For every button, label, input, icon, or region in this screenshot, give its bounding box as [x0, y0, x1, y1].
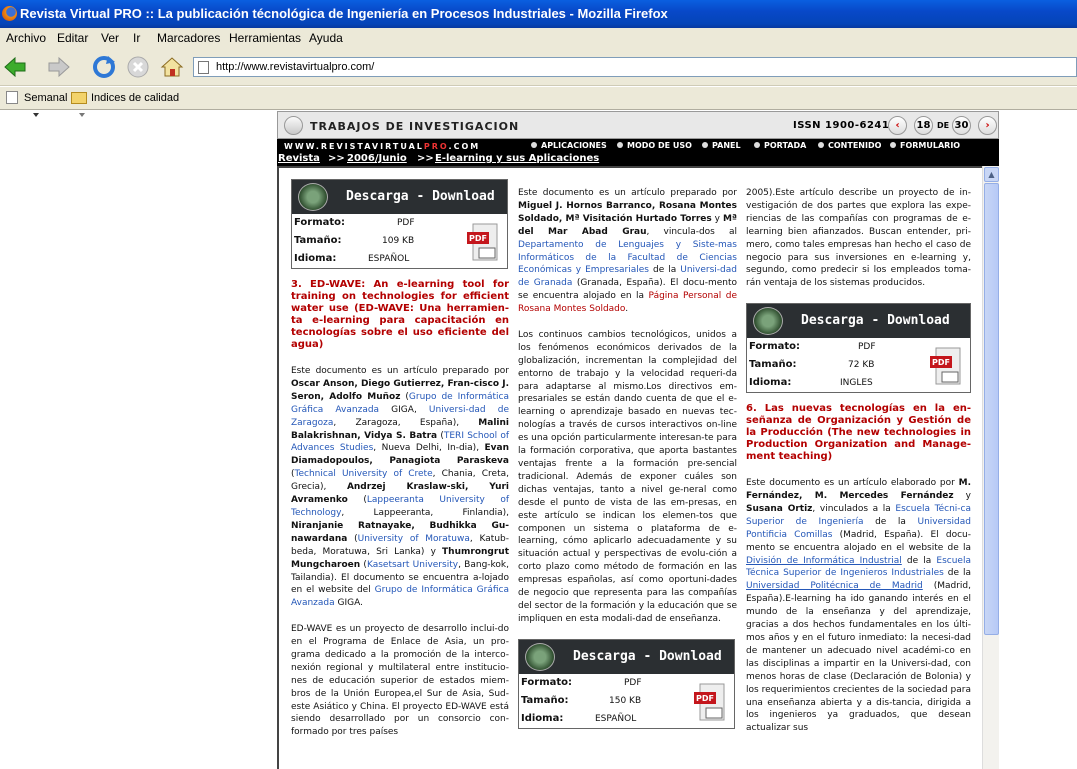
menu-bar: Archivo Editar Ver Ir Marcadores Herrami…	[0, 28, 1077, 48]
crumb-separator: >>	[417, 153, 434, 164]
article-6-title[interactable]: 6. Las nuevas tecnologías en la en-señan…	[746, 403, 971, 463]
menu-ir[interactable]: Ir	[133, 31, 140, 45]
download-box[interactable]: Descarga - Download Formato: PDF Tamaño:…	[518, 638, 735, 729]
window-title: Revista Virtual PRO :: La publicación té…	[20, 6, 668, 21]
column-2: Este documento es un artículo preparado …	[518, 187, 737, 739]
circle-icon	[284, 116, 303, 135]
format-value: PDF	[397, 218, 415, 228]
article-2-body: Los continuos cambios tecnológicos, unid…	[518, 329, 737, 624]
article-content: Descarga - Download Formato: PDF Tamaño:…	[277, 166, 982, 769]
size-value: 109 KB	[382, 236, 415, 246]
download-box[interactable]: Descarga - Download Formato: PDF Tamaño:…	[746, 303, 971, 394]
crumb-2006-junio[interactable]: 2006/Junio	[347, 153, 407, 164]
language-label: Idioma:	[294, 253, 337, 264]
disk-icon	[298, 183, 328, 211]
svg-text:PDF: PDF	[932, 358, 950, 367]
bookmark-semanal[interactable]: Semanal	[24, 92, 67, 104]
format-value: PDF	[858, 342, 876, 353]
menu-editar[interactable]: Editar	[57, 31, 88, 45]
disk-icon	[753, 307, 783, 336]
bookmark-indices-de-calidad[interactable]: Indices de calidad	[91, 92, 179, 104]
menu-herramientas[interactable]: Herramientas	[229, 31, 301, 45]
firefox-icon	[2, 6, 17, 21]
section-header: TRABAJOS DE INVESTIGACION ISSN 1900-6241…	[277, 111, 999, 139]
site-logo-text: WWW.REVISTAVIRTUALPRO.COM	[284, 142, 481, 151]
back-dropdown-icon[interactable]	[32, 112, 40, 118]
page-icon	[198, 61, 209, 74]
size-label: Tamaño:	[521, 694, 569, 706]
scroll-thumb[interactable]	[984, 183, 999, 635]
format-label: Formato:	[521, 676, 573, 688]
column-1: Descarga - Download Formato: PDF Tamaño:…	[291, 179, 509, 752]
stop-icon[interactable]	[125, 54, 151, 80]
pdf-icon[interactable]: PDF	[926, 342, 964, 388]
language-value: ESPAÑOL	[368, 254, 410, 264]
webpage: TRABAJOS DE INVESTIGACION ISSN 1900-6241…	[277, 111, 999, 769]
download-header: Descarga - Download	[573, 648, 722, 664]
site-nav-bar: WWW.REVISTAVIRTUALPRO.COM APLICACIONES M…	[277, 139, 999, 153]
size-value: 150 KB	[609, 695, 642, 706]
address-bar[interactable]: http://www.revistavirtualpro.com/	[193, 57, 1077, 77]
article-3-body: ED-WAVE es un proyecto de desarrollo inc…	[291, 624, 509, 738]
language-value: ESPAÑOL	[595, 713, 637, 724]
size-value: 72 KB	[848, 360, 875, 371]
language-value: INGLES	[840, 378, 873, 389]
vertical-scrollbar[interactable]: ▲	[982, 166, 999, 769]
nav-panel[interactable]: PANEL	[702, 141, 741, 150]
nav-formulario[interactable]: FORMULARIO	[890, 141, 960, 150]
download-header: Descarga - Download	[801, 313, 950, 329]
pdf-icon[interactable]: PDF	[463, 218, 501, 264]
nav-contenido[interactable]: CONTENIDO	[818, 141, 881, 150]
section-title: TRABAJOS DE INVESTIGACION	[310, 120, 520, 133]
format-label: Formato:	[749, 341, 801, 353]
page-of-label: DE	[937, 121, 950, 130]
size-label: Tamaño:	[294, 235, 342, 246]
issn: ISSN 1900-6241	[793, 120, 890, 131]
crumb-elearning[interactable]: E-learning y sus Aplicaciones	[435, 153, 599, 164]
page-number: 18	[914, 116, 933, 135]
page-total: 30	[952, 116, 971, 135]
format-label: Formato:	[294, 217, 346, 228]
page-icon	[6, 91, 18, 104]
article-2-authors: Este documento es un artículo preparado …	[518, 188, 738, 315]
window-title-bar: Revista Virtual PRO :: La publicación té…	[0, 0, 1077, 28]
url-text: http://www.revistavirtualpro.com/	[216, 61, 375, 73]
article-3-authors: Este documento es un artículo preparado …	[291, 366, 510, 609]
menu-ver[interactable]: Ver	[101, 31, 119, 45]
nav-modo-de-uso[interactable]: MODO DE USO	[617, 141, 692, 150]
crumb-revista[interactable]: Revista	[278, 153, 320, 164]
scroll-up-icon[interactable]: ▲	[984, 167, 999, 182]
format-value: PDF	[624, 677, 642, 688]
menu-ayuda[interactable]: Ayuda	[309, 31, 343, 45]
language-label: Idioma:	[749, 377, 792, 389]
svg-text:PDF: PDF	[469, 234, 487, 243]
folder-icon	[71, 92, 87, 104]
menu-archivo[interactable]: Archivo	[6, 31, 46, 45]
home-icon[interactable]	[159, 54, 185, 80]
svg-text:PDF: PDF	[696, 694, 714, 703]
language-label: Idioma:	[521, 712, 564, 724]
article-3-title[interactable]: 3. ED-WAVE: An e-learning tool for train…	[291, 279, 509, 351]
article-6-body: Este documento es un artículo elaborado …	[746, 478, 972, 734]
nav-portada[interactable]: PORTADA	[754, 141, 806, 150]
pdf-icon[interactable]: PDF	[690, 678, 728, 724]
article-5-body: 2005).Este artículo describe un proyecto…	[746, 188, 971, 289]
forward-arrow-icon[interactable]	[46, 54, 72, 80]
bookmarks-toolbar: Semanal Indices de calidad	[0, 87, 1077, 110]
breadcrumb: Revista >> 2006/Junio >> E-learning y su…	[277, 153, 999, 166]
crumb-separator: >>	[328, 153, 345, 164]
reload-icon[interactable]	[91, 54, 117, 80]
forward-dropdown-icon[interactable]	[78, 112, 86, 118]
disk-icon	[525, 642, 555, 671]
prev-page-button[interactable]: ‹	[888, 116, 907, 135]
column-3: 2005).Este artículo describe un proyecto…	[746, 187, 971, 748]
download-header: Descarga - Download	[346, 189, 495, 204]
size-label: Tamaño:	[749, 359, 797, 371]
nav-aplicaciones[interactable]: APLICACIONES	[531, 141, 607, 150]
next-page-button[interactable]: ›	[978, 116, 997, 135]
download-box[interactable]: Descarga - Download Formato: PDF Tamaño:…	[291, 179, 508, 269]
menu-marcadores[interactable]: Marcadores	[157, 31, 220, 45]
back-arrow-icon[interactable]	[2, 54, 28, 80]
